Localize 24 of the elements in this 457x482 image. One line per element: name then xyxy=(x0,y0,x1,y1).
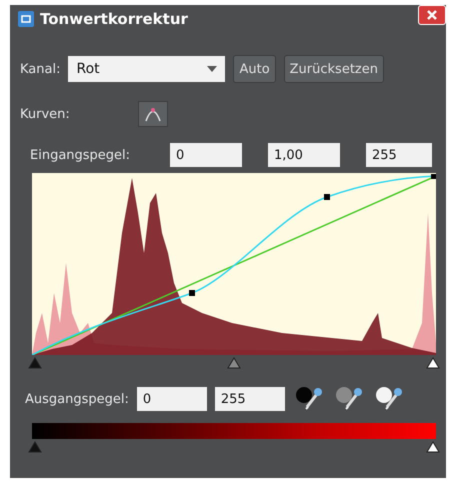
highlight-handle[interactable] xyxy=(426,357,440,369)
reset-button[interactable]: Zurücksetzen xyxy=(284,55,384,83)
output-levels-label: Ausgangspegel: xyxy=(25,392,129,406)
channel-dropdown[interactable]: Rot xyxy=(68,56,226,82)
input-level-field[interactable]: 0 xyxy=(170,143,242,167)
input-level-field[interactable]: 255 xyxy=(366,143,432,167)
shadow-handle[interactable] xyxy=(28,357,42,369)
curves-label: Kurven: xyxy=(20,106,71,122)
channel-label: Kanal: xyxy=(20,62,60,76)
output-level-field[interactable]: 255 xyxy=(214,387,285,411)
midtone-handle[interactable] xyxy=(227,357,241,369)
close-icon xyxy=(427,10,437,20)
output-level-field[interactable]: 0 xyxy=(136,387,207,411)
auto-button[interactable]: Auto xyxy=(233,55,276,83)
app-icon xyxy=(18,11,34,27)
close-button[interactable] xyxy=(418,5,446,25)
output-min-handle[interactable] xyxy=(28,441,42,453)
window-title: Tonwertkorrektur xyxy=(40,10,189,28)
curve-icon xyxy=(144,106,162,122)
curve-button[interactable] xyxy=(138,101,168,127)
input-level-field[interactable]: 1,00 xyxy=(268,143,340,167)
caret-icon xyxy=(207,66,218,72)
output-max-handle[interactable] xyxy=(426,441,440,453)
input-levels-label: Eingangspegel: xyxy=(30,148,132,162)
